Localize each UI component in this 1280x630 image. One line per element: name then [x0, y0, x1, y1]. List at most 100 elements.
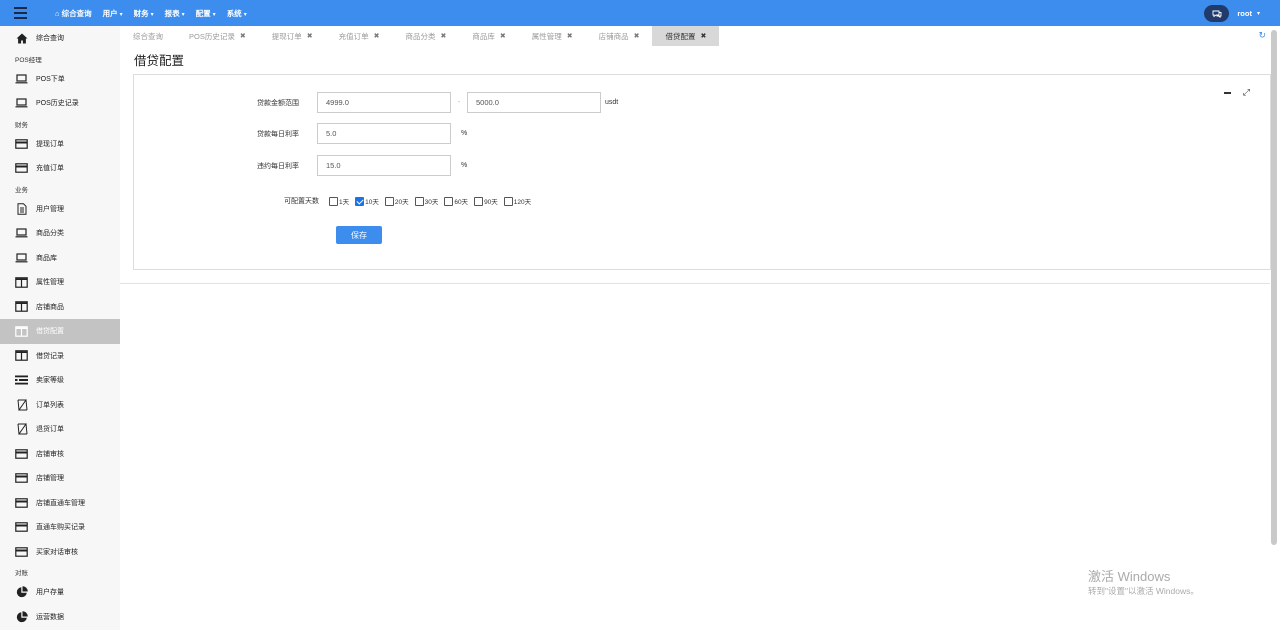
list-icon: [15, 375, 28, 386]
tab-close-icon[interactable]: ✖: [634, 32, 640, 40]
nav-config-menu[interactable]: 配置 ▾: [196, 8, 216, 19]
tab-close-icon[interactable]: ✖: [374, 32, 380, 40]
sidebar-item[interactable]: 直通车购买记录: [0, 515, 120, 540]
days-checkbox[interactable]: 10天: [355, 196, 379, 206]
days-checkbox[interactable]: 1天: [329, 196, 349, 206]
checkbox-icon[interactable]: [444, 196, 454, 206]
tab-close-icon[interactable]: ✖: [500, 32, 506, 40]
sidebar-item[interactable]: 提现订单: [0, 132, 120, 157]
amount-min-input[interactable]: 4999.0: [317, 92, 451, 113]
sidebar-item[interactable]: 用户管理: [0, 197, 120, 222]
tab[interactable]: 充值订单 ✖: [326, 26, 393, 46]
sidebar-item[interactable]: 充值订单: [0, 156, 120, 181]
nav-home[interactable]: ⌂ 综合查询: [55, 8, 92, 19]
sidebar-item[interactable]: 卖家等级: [0, 368, 120, 393]
sidebar-item[interactable]: POS历史记录: [0, 91, 120, 116]
caret-down-icon[interactable]: ▾: [1257, 10, 1260, 17]
pie-icon: [15, 610, 28, 622]
sidebar-item[interactable]: POS下单: [0, 67, 120, 92]
sidebar-item[interactable]: 退货订单: [0, 417, 120, 442]
sidebar-item-label: 买家对话审核: [36, 548, 78, 556]
amount-range-row: 贷款金额范围 4999.0 - 5000.0 usdt: [134, 92, 618, 113]
sidebar-item[interactable]: 店铺直通车管理: [0, 491, 120, 516]
days-checkbox[interactable]: 90天: [474, 196, 498, 206]
nav-user-menu[interactable]: 用户 ▾: [103, 8, 123, 19]
tab[interactable]: 提现订单 ✖: [259, 26, 326, 46]
tab[interactable]: 借贷配置 ✖: [652, 26, 720, 46]
top-nav: ⌂ 综合查询 用户 ▾ 财务 ▾ 报表 ▾ 配置 ▾ 系统 ▾: [55, 0, 258, 26]
laptop-icon: [15, 98, 28, 109]
tab[interactable]: 属性管理 ✖: [519, 26, 586, 46]
card-icon: [15, 163, 28, 174]
columns-icon: [15, 325, 28, 337]
tab-bar: 综合查询 POS历史记录 ✖ 提现订单 ✖ 充值订单 ✖ 商品分类 ✖ 商品库 ✖ 属性管理 ✖ 店铺商品…: [120, 26, 1270, 46]
tab-close-icon[interactable]: ✖: [700, 32, 706, 40]
hourglass-icon: [15, 399, 28, 411]
nav-report-menu[interactable]: 报表 ▾: [165, 8, 185, 19]
tab-close-icon[interactable]: ✖: [440, 32, 446, 40]
sidebar-item-label: 借贷配置: [36, 328, 64, 336]
sidebar-item-label: 用户存量: [36, 589, 64, 597]
tab-close-icon[interactable]: ✖: [567, 32, 573, 40]
tab[interactable]: 综合查询: [120, 26, 176, 46]
sidebar-item[interactable]: 属性管理: [0, 270, 120, 295]
card-icon: [15, 546, 28, 557]
top-bar: ⌂ 综合查询 用户 ▾ 财务 ▾ 报表 ▾ 配置 ▾ 系统 ▾ root ▾: [0, 0, 1280, 26]
sidebar-item-label: 属性管理: [36, 279, 64, 287]
sidebar-item[interactable]: 店铺商品: [0, 295, 120, 320]
sidebar-item[interactable]: 借贷配置: [0, 319, 120, 344]
sidebar-item[interactable]: 店铺审核: [0, 442, 120, 467]
laptop-icon: [15, 228, 28, 239]
days-checkbox[interactable]: 60天: [444, 196, 468, 206]
nav-system-menu[interactable]: 系统 ▾: [227, 8, 247, 19]
sidebar-item-label: 直通车购买记录: [36, 524, 85, 532]
days-checkbox-group: 1天 10天 20天 30天 60天 90天 120天: [329, 196, 537, 206]
caret-down-icon: ▾: [150, 11, 154, 18]
tab-label: 店铺商品: [598, 31, 629, 41]
days-checkbox-label: 30天: [424, 199, 439, 206]
checkbox-icon[interactable]: [474, 196, 484, 206]
amount-max-input[interactable]: 5000.0: [467, 92, 601, 113]
refresh-icon[interactable]: ↻: [1258, 30, 1266, 41]
tab[interactable]: POS历史记录 ✖: [176, 26, 259, 46]
days-checkbox[interactable]: 120天: [503, 196, 532, 206]
checkbox-icon[interactable]: [414, 196, 424, 206]
scrollbar[interactable]: [1271, 30, 1277, 545]
tab-close-icon[interactable]: ✖: [240, 32, 246, 40]
sidebar-item[interactable]: 商品库: [0, 246, 120, 271]
checkbox-icon[interactable]: [503, 196, 513, 206]
sidebar-item[interactable]: 用户存量: [0, 580, 120, 605]
collapse-icon[interactable]: [1223, 91, 1231, 94]
daily-rate-label: 贷款每日利率: [257, 130, 299, 138]
sidebar-item-label: 商品库: [36, 254, 57, 262]
user-menu[interactable]: root: [1237, 9, 1252, 18]
checkbox-checked-icon[interactable]: [355, 196, 365, 206]
penalty-rate-unit: %: [461, 162, 468, 169]
penalty-rate-input[interactable]: 15.0: [317, 155, 451, 176]
sidebar-item[interactable]: 运营数据: [0, 605, 120, 630]
sidebar-item[interactable]: 综合查询: [0, 26, 120, 51]
days-checkbox-label: 1天: [339, 199, 350, 206]
fullscreen-icon[interactable]: ⤢: [1243, 87, 1250, 98]
save-button[interactable]: 保存: [336, 226, 382, 244]
sidebar-item[interactable]: 借贷记录: [0, 344, 120, 369]
menu-toggle-icon[interactable]: [14, 7, 27, 19]
checkbox-icon[interactable]: [384, 196, 394, 206]
nav-finance-menu[interactable]: 财务 ▾: [134, 8, 154, 19]
chat-icon[interactable]: [1204, 5, 1230, 22]
sidebar-item-label: 用户管理: [36, 205, 64, 213]
tab-close-icon[interactable]: ✖: [307, 32, 313, 40]
days-checkbox[interactable]: 30天: [414, 196, 439, 206]
sidebar-item[interactable]: 订单列表: [0, 393, 120, 418]
sidebar-item[interactable]: 商品分类: [0, 221, 120, 246]
days-checkbox[interactable]: 20天: [384, 196, 409, 206]
tab[interactable]: 商品库 ✖: [459, 26, 518, 46]
checkbox-icon[interactable]: [329, 196, 338, 206]
tab[interactable]: 商品分类 ✖: [392, 26, 459, 46]
sidebar-item[interactable]: 店铺管理: [0, 466, 120, 491]
days-checkbox-label: 120天: [513, 199, 532, 206]
daily-rate-input[interactable]: 5.0: [317, 123, 451, 144]
tab[interactable]: 店铺商品 ✖: [586, 26, 653, 46]
columns-icon: [15, 301, 28, 313]
sidebar-item[interactable]: 买家对话审核: [0, 540, 120, 565]
